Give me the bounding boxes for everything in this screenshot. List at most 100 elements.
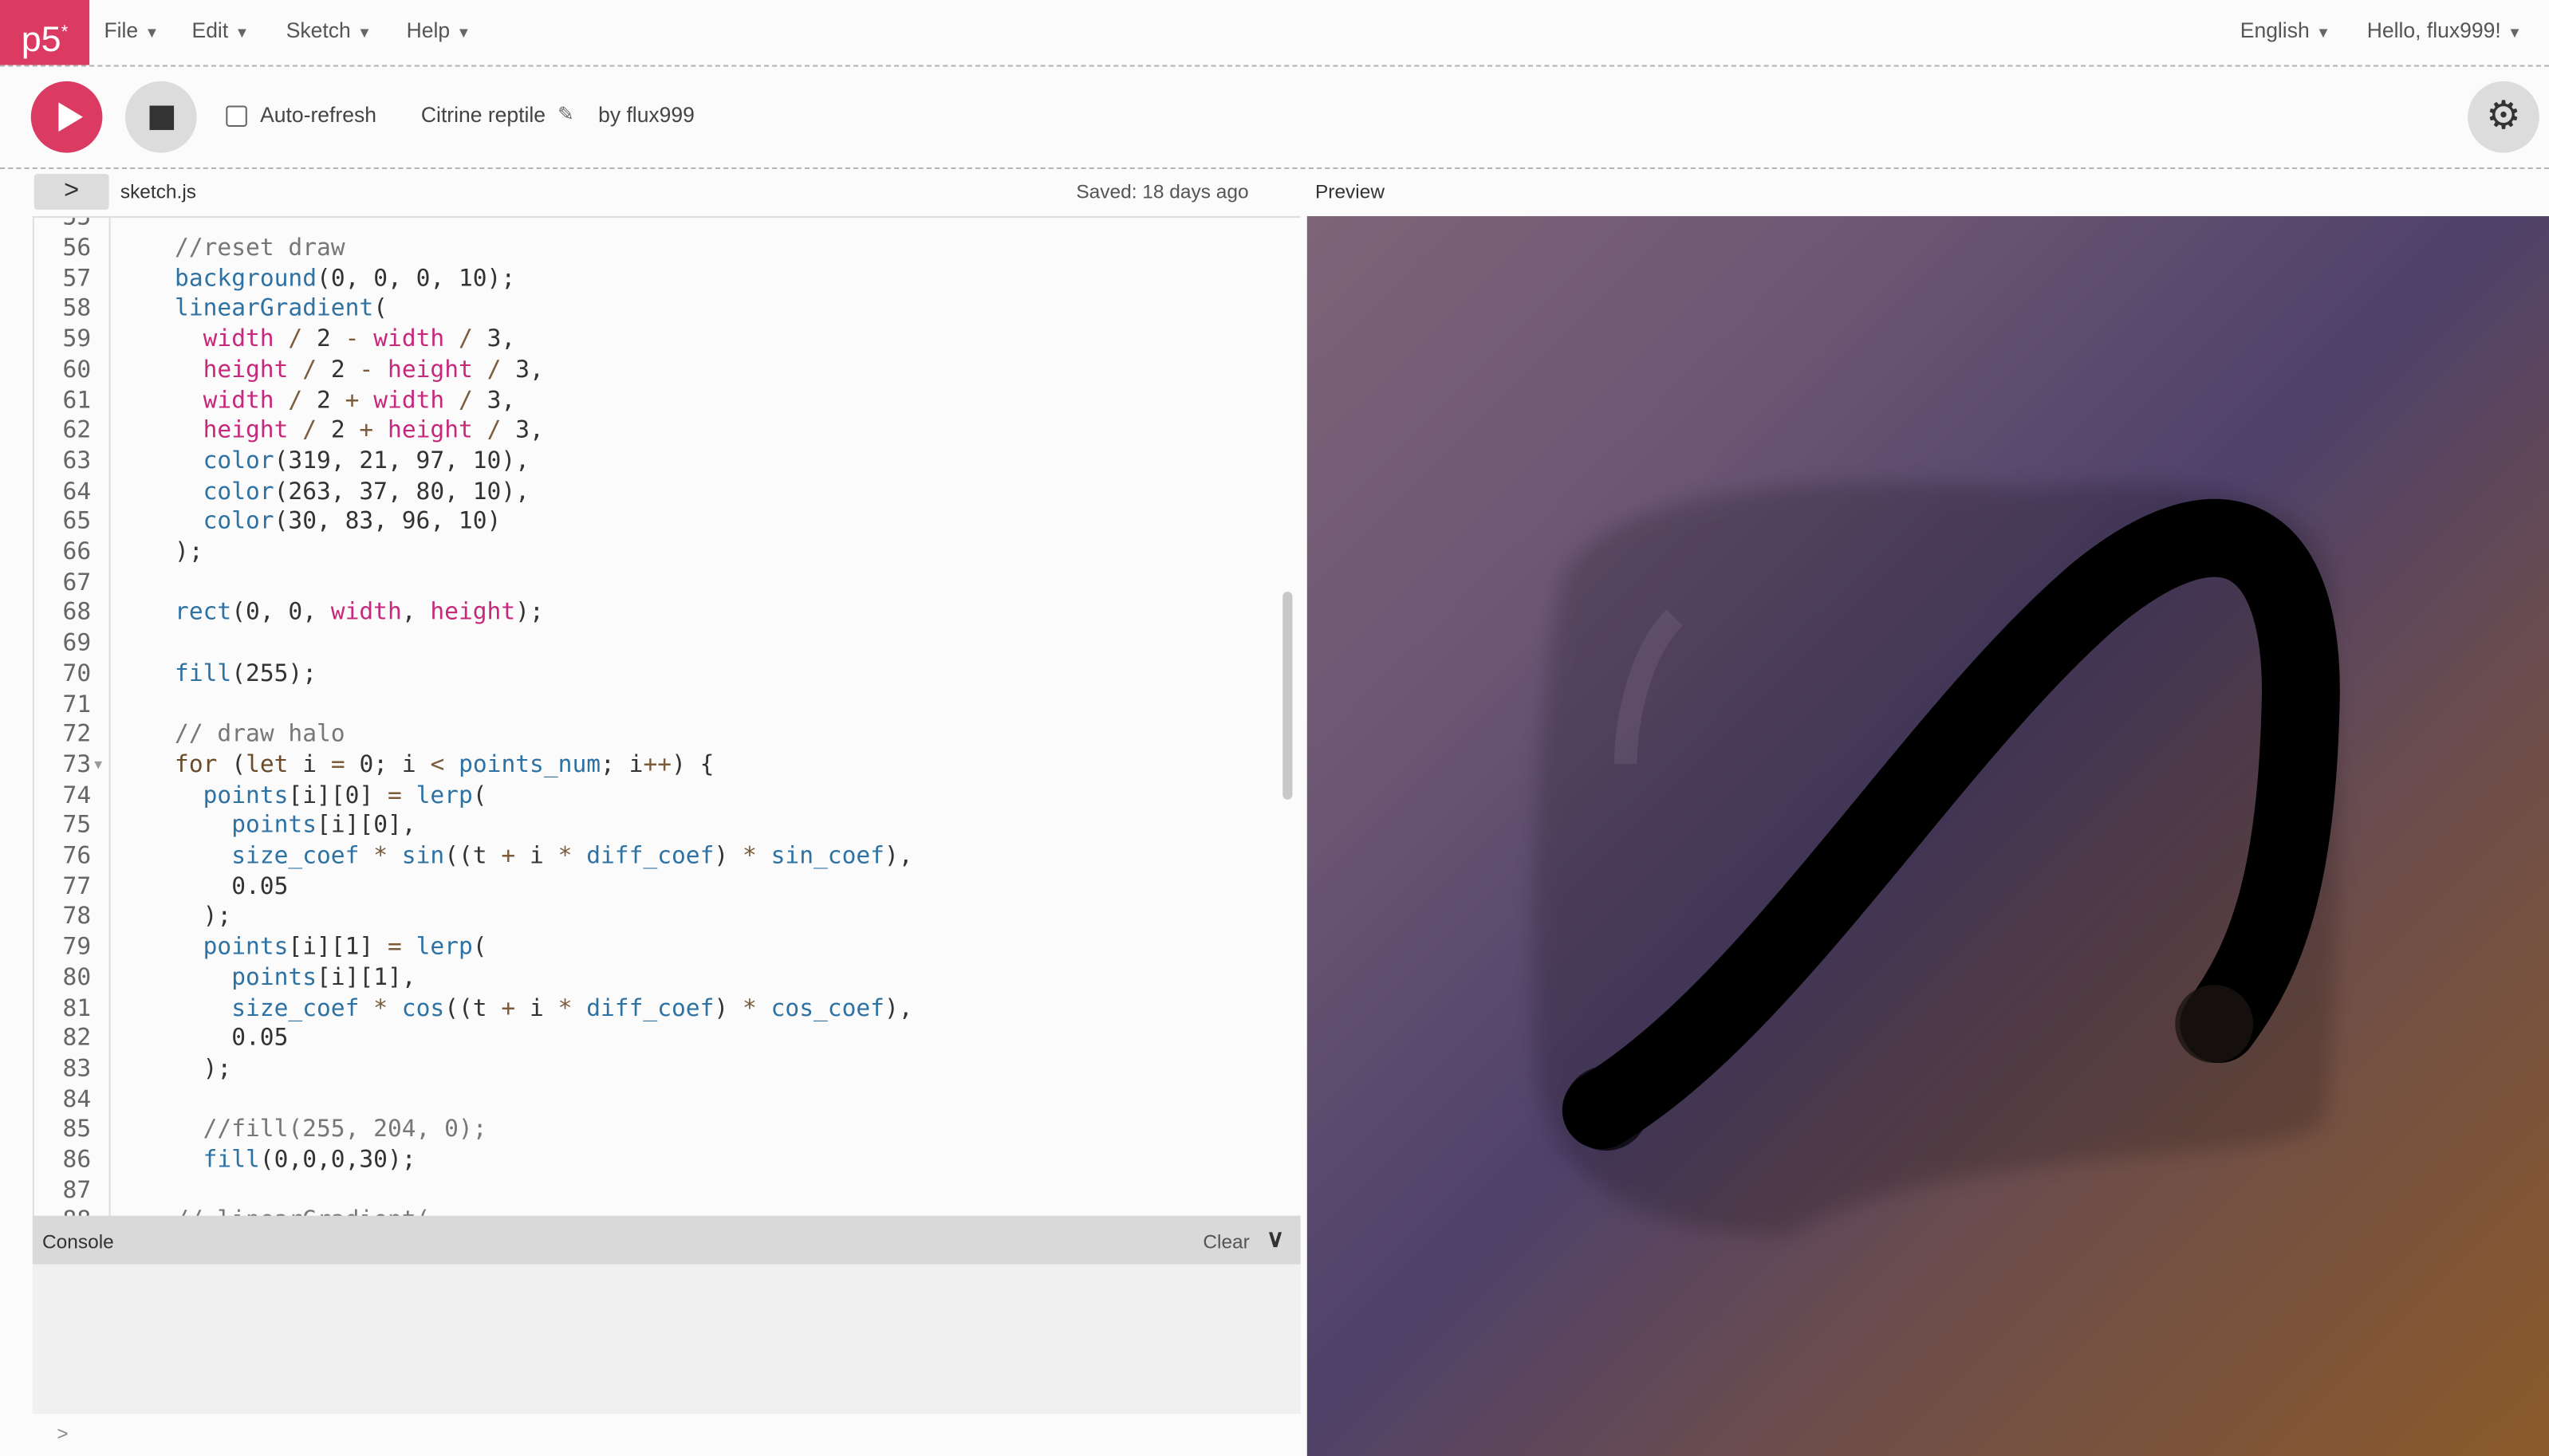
code-text: for (let i = 0; i < points_num; i++) { — [146, 750, 714, 781]
line-number: 83 — [62, 1056, 92, 1083]
code-line[interactable]: 63 color(319, 21, 97, 10), — [33, 447, 1268, 477]
code-text: color(30, 83, 96, 10) — [146, 508, 502, 538]
code-token: / — [472, 418, 516, 444]
console-header: Console Clear ∨ — [32, 1215, 1301, 1265]
code-token: * — [359, 995, 402, 1022]
code-token: ); — [146, 539, 203, 566]
code-line[interactable]: 76 size_coef * sin((t + i * diff_coef) *… — [33, 842, 1268, 872]
line-number: 78 — [62, 904, 92, 931]
menu-label: Help — [406, 18, 451, 42]
code-line[interactable]: 85 //fill(255, 204, 0); — [33, 1116, 1268, 1146]
code-token: / — [288, 357, 331, 384]
chevron-right-icon: > — [64, 177, 80, 205]
editor-scrollbar[interactable] — [1282, 591, 1293, 800]
toolbar: Auto-refresh Citrine reptile ✎ by flux99… — [0, 67, 2549, 169]
code-token: (255); — [231, 661, 317, 687]
play-button[interactable] — [30, 81, 103, 153]
menu-help[interactable]: Help ▼ — [407, 18, 471, 42]
code-line[interactable]: 87 — [33, 1176, 1268, 1206]
code-token: width — [203, 326, 274, 353]
line-number: 63 — [62, 448, 92, 474]
file-tab-sketch-js[interactable]: sketch.js — [120, 180, 196, 203]
code-line[interactable]: 79 points[i][1] = lerp( — [33, 933, 1268, 963]
code-token: //reset draw — [175, 235, 345, 262]
chevron-down-icon[interactable]: ∨ — [1267, 1224, 1284, 1253]
code-token: width — [330, 600, 402, 627]
code-line[interactable]: 77 0.05 — [33, 872, 1268, 903]
code-line[interactable]: 86 fill(0,0,0,30); — [33, 1146, 1268, 1176]
code-line[interactable]: 55 — [33, 218, 1268, 234]
code-line[interactable]: 68 rect(0, 0, width, height); — [33, 599, 1268, 629]
code-token: i — [515, 995, 558, 1022]
stop-button[interactable] — [124, 81, 197, 153]
user-menu[interactable]: Hello, flux999! ▼ — [2367, 18, 2522, 42]
code-token: // draw halo — [175, 722, 345, 749]
code-line[interactable]: 69 — [33, 629, 1268, 659]
code-line[interactable]: 57 background(0, 0, 0, 10); — [33, 265, 1268, 295]
code-line[interactable]: 78 ); — [33, 903, 1268, 933]
code-text: //reset draw — [146, 234, 345, 265]
code-line[interactable]: 83 ); — [33, 1055, 1268, 1085]
code-line[interactable]: 61 width / 2 + width / 3, — [33, 386, 1268, 416]
preview-title: Preview — [1314, 180, 1385, 203]
code-line[interactable]: 80 points[i][1], — [33, 963, 1268, 994]
code-line[interactable]: 67 — [33, 569, 1268, 599]
code-line[interactable]: 64 color(263, 37, 80, 10), — [33, 477, 1268, 507]
code-line[interactable]: 59 width / 2 - width / 3, — [33, 325, 1268, 356]
code-line[interactable]: 62 height / 2 + height / 3, — [33, 416, 1268, 447]
user-label: Hello, flux999! — [2366, 18, 2501, 42]
code-line[interactable]: 66 ); — [33, 538, 1268, 569]
code-token: ((t — [444, 843, 502, 870]
code-token: ); — [146, 1056, 232, 1083]
sidebar-expand-button[interactable]: > — [33, 174, 109, 210]
sketch-preview-canvas[interactable] — [1306, 216, 2549, 1456]
code-text: ); — [146, 538, 203, 569]
code-line[interactable]: 84 — [33, 1085, 1268, 1116]
code-line[interactable]: 72 // draw halo — [33, 720, 1268, 750]
code-line[interactable]: 81 size_coef * cos((t + i * diff_coef) *… — [33, 994, 1268, 1024]
code-line[interactable]: 74 points[i][0] = lerp( — [33, 781, 1268, 812]
code-line[interactable]: 70 fill(255); — [33, 659, 1268, 690]
code-line[interactable]: 73 ▼ for (let i = 0; i < points_num; i++)… — [33, 750, 1268, 781]
fold-arrow-icon[interactable]: ▼ — [94, 750, 102, 781]
code-token: / — [472, 357, 516, 384]
code-line[interactable]: 60 height / 2 - height / 3, — [33, 356, 1268, 386]
code-text: width / 2 - width / 3, — [146, 325, 516, 356]
menu-file[interactable]: File ▼ — [104, 18, 159, 42]
console-input[interactable]: > — [32, 1414, 1301, 1456]
code-line[interactable]: 65 color(30, 83, 96, 10) — [33, 508, 1268, 538]
sketch-author[interactable]: by flux999 — [598, 102, 695, 127]
caret-down-icon: ▼ — [456, 24, 471, 41]
code-line[interactable]: 82 0.05 — [33, 1025, 1268, 1055]
language-menu[interactable]: English ▼ — [2240, 18, 2330, 42]
auto-refresh-checkbox[interactable] — [226, 105, 247, 127]
sketch-name[interactable]: Citrine reptile — [421, 102, 546, 127]
code-line[interactable]: 58 linearGradient( — [33, 295, 1268, 325]
code-token: (0, 0, — [231, 600, 331, 627]
line-number: 66 — [62, 539, 92, 566]
line-number: 74 — [62, 782, 92, 809]
code-text: size_coef * cos((t + i * diff_coef) * co… — [146, 994, 912, 1024]
code-line[interactable]: 75 points[i][0], — [33, 812, 1268, 842]
p5-logo[interactable]: p5* — [0, 0, 90, 65]
menu-sketch[interactable]: Sketch ▼ — [286, 18, 372, 42]
code-text: ); — [146, 903, 232, 933]
pencil-icon[interactable]: ✎ — [557, 102, 574, 125]
code-line[interactable]: 71 — [33, 690, 1268, 720]
code-line[interactable]: 56 //reset draw — [33, 234, 1268, 265]
code-text: fill(0,0,0,30); — [146, 1146, 416, 1176]
caret-down-icon: ▼ — [2507, 24, 2523, 41]
settings-button[interactable]: ⚙ — [2468, 81, 2539, 153]
console-clear-button[interactable]: Clear — [1203, 1230, 1249, 1253]
code-editor[interactable]: 55 56 //reset draw 57 background(0, 0, 0, … — [32, 216, 1301, 1218]
code-token: 2 — [317, 388, 345, 414]
menu-edit[interactable]: Edit ▼ — [192, 18, 250, 42]
auto-refresh-label[interactable]: Auto-refresh — [260, 102, 376, 127]
